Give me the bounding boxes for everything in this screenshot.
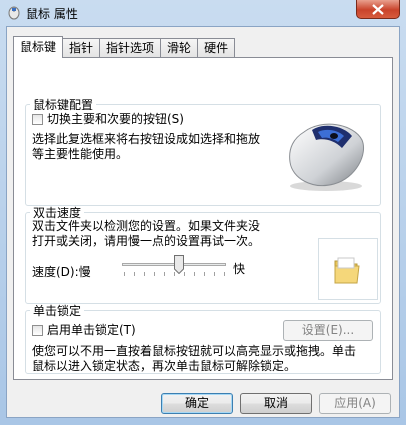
window-title: 鼠标 属性 xyxy=(26,7,78,21)
slider-tick xyxy=(214,272,215,276)
double-click-speed-slider-thumb[interactable] xyxy=(174,255,184,274)
click-lock-settings-button[interactable]: 设置(E)... xyxy=(283,320,373,341)
speed-fast-label: 快 xyxy=(233,262,246,276)
tab-hardware[interactable]: 硬件 xyxy=(197,38,236,58)
enable-click-lock-label[interactable]: 启用单击锁定(T) xyxy=(47,323,136,338)
tab-pointer-options[interactable]: 指针选项 xyxy=(99,38,162,58)
test-folder-area[interactable] xyxy=(318,238,378,300)
close-button[interactable] xyxy=(356,0,400,19)
apply-button[interactable]: 应用(A) xyxy=(319,393,391,414)
slider-tick xyxy=(204,272,205,276)
switch-buttons-label[interactable]: 切换主要和次要的按钮(S) xyxy=(47,112,184,127)
folder-icon xyxy=(334,257,360,284)
tab-panel-buttons: 鼠标键配置 切换主要和次要的按钮(S) 选择此复选框来将右按钮设成如选择和拖放 … xyxy=(13,57,393,380)
slider-tick xyxy=(134,272,135,276)
button-config-description-line2: 等主要性能使用。 xyxy=(32,147,129,161)
slider-tick xyxy=(164,272,165,276)
speed-slow-label: 速度(D):慢 xyxy=(32,265,91,279)
slider-tick xyxy=(194,272,195,276)
click-lock-legend: 单击锁定 xyxy=(33,304,82,318)
tab-strip: 鼠标键 指针 指针选项 滑轮 硬件 xyxy=(13,36,236,58)
title-bar[interactable]: 鼠标 属性 xyxy=(0,0,406,26)
switch-buttons-checkbox[interactable] xyxy=(32,114,43,125)
dialog-client-area: 鼠标键 指针 指针选项 滑轮 硬件 鼠标键配置 切换主要和次要的按钮(S) 选择… xyxy=(6,26,400,418)
mouse-illustration-icon xyxy=(289,123,364,191)
cancel-button[interactable]: 取消 xyxy=(240,393,312,414)
button-config-description-line1: 选择此复选框来将右按钮设成如选择和拖放 xyxy=(32,132,261,146)
ok-button[interactable]: 确定 xyxy=(161,393,233,414)
click-lock-description-line1: 使您可以不用一直按着鼠标按钮就可以高亮显示或拖拽。单击 xyxy=(32,344,357,358)
click-lock-description-line2: 鼠标以进入锁定状态，再次单击鼠标可解除锁定。 xyxy=(32,359,297,373)
slider-tick xyxy=(124,272,125,276)
enable-click-lock-checkbox[interactable] xyxy=(32,325,43,336)
double-click-description-line1: 双击文件夹以检测您的设置。如果文件夹没 xyxy=(32,219,261,233)
slider-tick xyxy=(184,272,185,276)
slider-tick xyxy=(144,272,145,276)
button-configuration-legend: 鼠标键配置 xyxy=(33,98,94,112)
close-icon xyxy=(372,4,384,15)
tab-buttons[interactable]: 鼠标键 xyxy=(13,36,64,58)
slider-tick xyxy=(154,272,155,276)
tab-wheel[interactable]: 滑轮 xyxy=(160,38,199,58)
mouse-properties-window: 鼠标 属性 鼠标键 指针 指针选项 滑轮 硬件 鼠标键配置 切换主要和次要的按钮… xyxy=(0,0,406,425)
tab-pointers[interactable]: 指针 xyxy=(62,38,101,58)
slider-tick xyxy=(224,272,225,276)
mouse-icon xyxy=(8,6,20,20)
double-click-description-line2: 打开或关闭，请用慢一点的设置再试一次。 xyxy=(32,234,261,248)
